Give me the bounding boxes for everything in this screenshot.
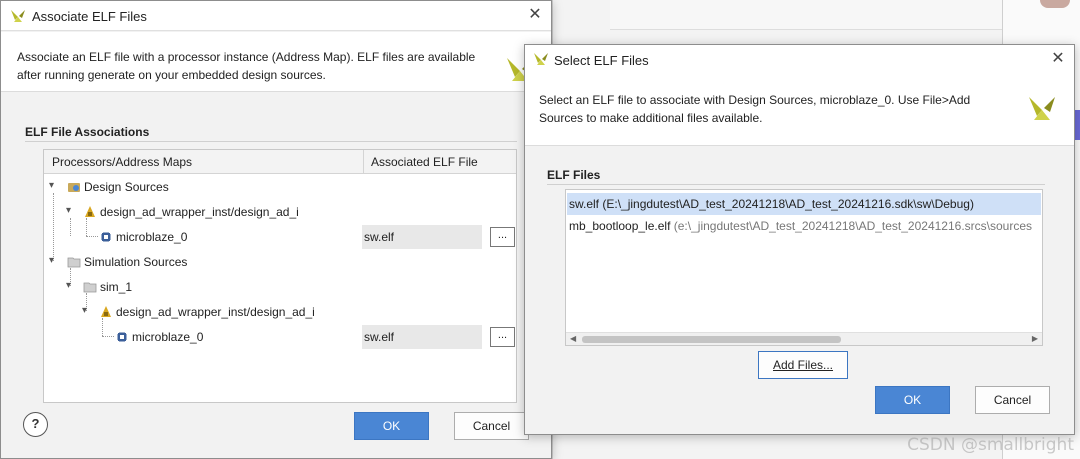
description-line: Select an ELF file to associate with Des… (539, 93, 971, 107)
tree-label: Design Sources (84, 180, 169, 194)
ok-button[interactable]: OK (354, 412, 429, 440)
file-name: mb_bootloop_le.elf (569, 219, 671, 233)
file-name: sw.elf (569, 197, 600, 211)
tree-header: Processors/Address Maps Associated ELF F… (44, 150, 516, 174)
description-line: Sources to make additional files availab… (539, 111, 763, 125)
chevron-down-icon[interactable]: ▾ (49, 255, 54, 266)
tree-row[interactable]: ▾ sim_1 (44, 275, 518, 300)
processor-chip-icon (101, 232, 111, 242)
background-tab-strip (610, 0, 1002, 30)
column-header-elf-file[interactable]: Associated ELF File (371, 155, 478, 169)
section-title: ELF File Associations (25, 125, 150, 139)
close-icon[interactable]: ✕ (1050, 51, 1066, 67)
browse-elf-button[interactable]: ... (490, 327, 515, 347)
block-design-icon (101, 306, 111, 317)
browse-elf-button[interactable]: ... (490, 227, 515, 247)
vivado-logo-icon (534, 53, 548, 65)
associated-elf-cell[interactable]: sw.elf (362, 225, 482, 249)
chevron-down-icon[interactable]: ▾ (66, 205, 71, 216)
scrollbar-thumb[interactable] (582, 336, 841, 343)
watermark: CSDN @smallbright (907, 435, 1074, 455)
avatar (1040, 0, 1070, 8)
tree-row[interactable]: ▾ design_ad_wrapper_inst/design_ad_i (44, 200, 518, 225)
section-divider (547, 184, 1045, 185)
section-title: ELF Files (547, 168, 601, 182)
dialog-description: Associate an ELF file with a processor i… (17, 48, 497, 84)
file-path: (E:\_jingdutest\AD_test_20241218\AD_test… (602, 197, 974, 211)
folder-icon (83, 282, 97, 293)
dialog-title: Associate ELF Files (32, 9, 147, 24)
tree-label: microblaze_0 (132, 330, 204, 344)
dialog-description: Select an ELF file to associate with Des… (539, 91, 1009, 127)
scroll-left-icon[interactable]: ◀ (570, 334, 576, 343)
elf-associations-tree[interactable]: Processors/Address Maps Associated ELF F… (43, 149, 517, 403)
chevron-down-icon[interactable]: ▾ (82, 305, 87, 316)
chevron-down-icon[interactable]: ▾ (49, 180, 54, 191)
cancel-button[interactable]: Cancel (454, 412, 529, 440)
associate-elf-files-dialog: Associate ELF Files ✕ Associate an ELF f… (0, 0, 552, 459)
dialog-title: Select ELF Files (554, 53, 649, 68)
associated-elf-cell[interactable]: sw.elf (362, 325, 482, 349)
tree-label: design_ad_wrapper_inst/design_ad_i (116, 305, 315, 319)
column-header-processors[interactable]: Processors/Address Maps (52, 155, 192, 169)
dialog-header: Select an ELF file to associate with Des… (525, 75, 1074, 146)
tree-row[interactable]: microblaze_0 sw.elf ... (44, 225, 518, 250)
vivado-logo-icon (11, 10, 25, 22)
tree-label: microblaze_0 (116, 230, 188, 244)
dialog-header: Associate an ELF file with a processor i… (1, 32, 551, 92)
elf-files-list[interactable]: sw.elf (E:\_jingdutest\AD_test_20241218\… (565, 189, 1043, 346)
design-sources-folder-icon (68, 183, 80, 192)
add-files-button[interactable]: Add Files... (758, 351, 848, 379)
list-item[interactable]: sw.elf (E:\_jingdutest\AD_test_20241218\… (567, 193, 1041, 215)
tree-row[interactable]: ▾ Simulation Sources (44, 250, 518, 275)
tree-label: Simulation Sources (84, 255, 188, 269)
title-bar: Associate ELF Files ✕ (1, 1, 551, 31)
tree-label: sim_1 (100, 280, 133, 294)
tree-label: design_ad_wrapper_inst/design_ad_i (100, 205, 299, 219)
description-line: after running generate on your embedded … (17, 68, 326, 82)
vivado-logo-icon (1029, 97, 1055, 120)
description-line: Associate an ELF file with a processor i… (17, 50, 476, 64)
tree-row[interactable]: microblaze_0 sw.elf ... (44, 325, 518, 350)
chevron-down-icon[interactable]: ▾ (66, 280, 71, 291)
help-button[interactable]: ? (23, 412, 48, 437)
ok-button[interactable]: OK (875, 386, 950, 414)
processor-chip-icon (117, 332, 127, 342)
tree-row[interactable]: ▾ Design Sources (44, 175, 518, 200)
column-divider (363, 150, 364, 174)
file-path: (e:\_jingdutest\AD_test_20241218\AD_test… (673, 219, 1032, 233)
horizontal-scrollbar[interactable]: ◀ ▶ (566, 332, 1042, 345)
select-elf-files-dialog: Select ELF Files ✕ Select an ELF file to… (524, 44, 1075, 435)
list-item[interactable]: mb_bootloop_le.elf (e:\_jingdutest\AD_te… (567, 215, 1041, 237)
section-divider (25, 141, 517, 142)
title-bar: Select ELF Files ✕ (525, 45, 1074, 75)
close-icon[interactable]: ✕ (527, 7, 543, 23)
scroll-right-icon[interactable]: ▶ (1032, 334, 1038, 343)
tree-row[interactable]: ▾ design_ad_wrapper_inst/design_ad_i (44, 300, 518, 325)
folder-icon (67, 257, 81, 268)
block-design-icon (85, 206, 95, 217)
cancel-button[interactable]: Cancel (975, 386, 1050, 414)
